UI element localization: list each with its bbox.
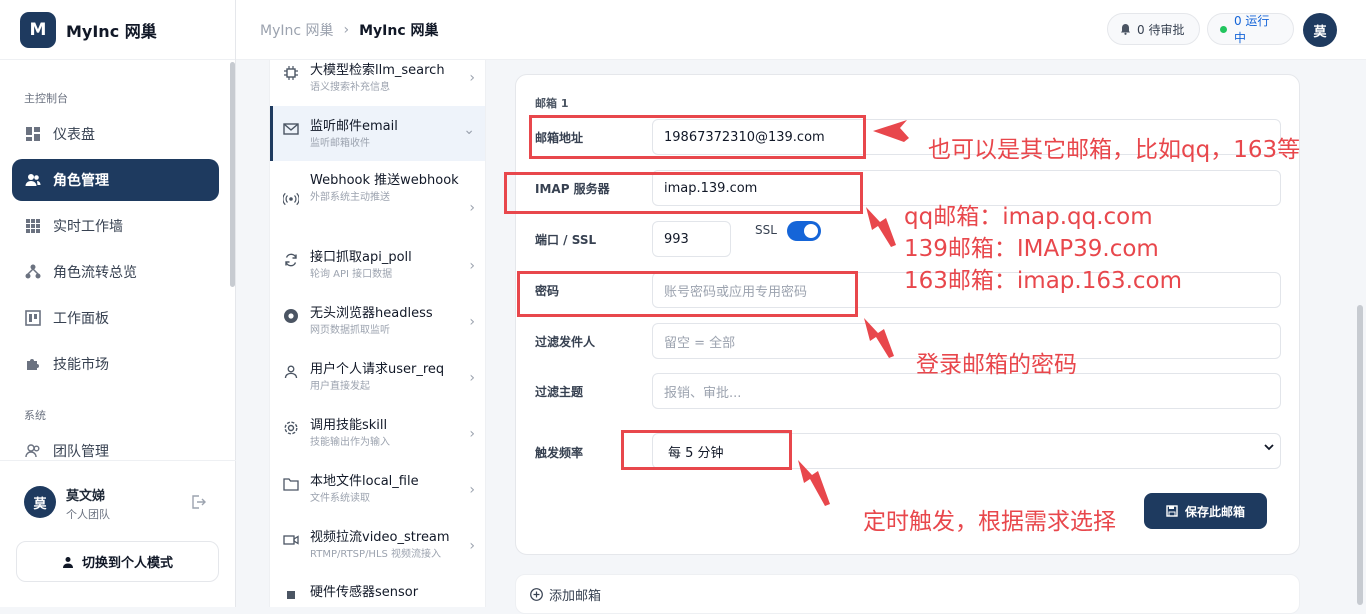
arrow-email <box>873 120 909 142</box>
note-imap-139: 139邮箱：IMAP39.com <box>904 236 1159 262</box>
note-imap-qq: qq邮箱：imap.qq.com <box>904 204 1153 230</box>
note-imap-163: 163邮箱：imap.163.com <box>904 268 1183 294</box>
arrow-password <box>864 318 894 358</box>
note-password: 登录邮箱的密码 <box>916 352 1077 378</box>
annotation-arrows <box>798 120 909 506</box>
arrow-imap <box>866 207 896 247</box>
note-frequency: 定时触发，根据需求选择 <box>863 509 1116 535</box>
note-email: 也可以是其它邮箱，比如qq，163等 <box>928 137 1301 163</box>
arrow-frequency <box>798 460 830 506</box>
